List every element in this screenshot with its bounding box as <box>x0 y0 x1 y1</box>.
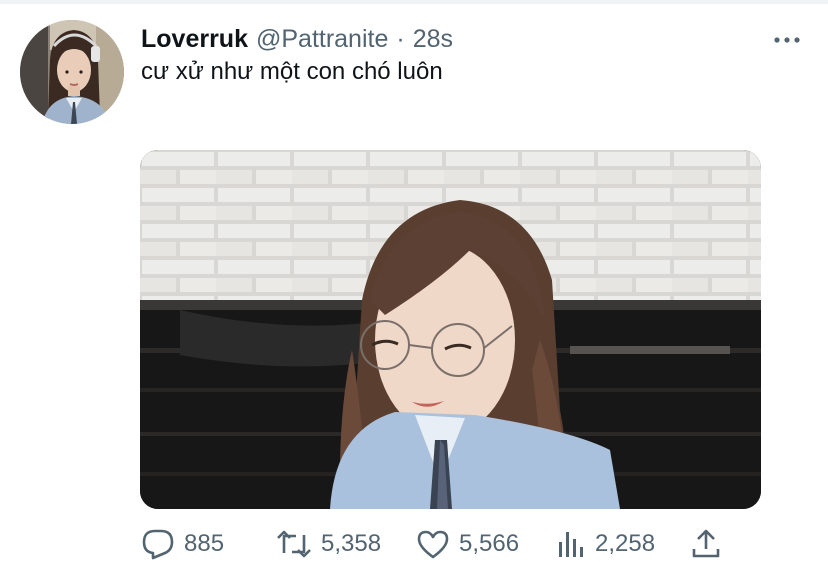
reply-icon <box>142 529 174 560</box>
reply-button[interactable]: 885 <box>141 524 224 564</box>
reply-count: 885 <box>184 530 225 557</box>
like-button[interactable]: 5,566 <box>416 524 519 564</box>
photo-girl-glasses <box>140 150 761 509</box>
tweet-text: cư xử như một con chó luôn <box>141 58 443 85</box>
header-separator: · <box>396 24 405 53</box>
author-handle[interactable]: @Pattranite <box>256 25 388 54</box>
tweet-timestamp[interactable]: 28s <box>413 25 453 54</box>
retweet-count: 5,358 <box>321 530 382 557</box>
share-button[interactable] <box>690 524 722 564</box>
retweet-icon <box>277 530 311 558</box>
tweet-header: Loverruk @Pattranite · 28s <box>141 22 453 56</box>
top-divider <box>0 0 828 4</box>
retweet-button[interactable]: 5,358 <box>276 524 381 564</box>
like-count: 5,566 <box>459 530 520 557</box>
share-upload-icon <box>692 529 720 558</box>
more-options-button[interactable] <box>770 27 804 53</box>
views-bar-chart-icon <box>559 532 583 557</box>
author-avatar[interactable] <box>20 20 124 124</box>
views-count: 2,258 <box>595 530 656 557</box>
heart-icon <box>417 530 449 559</box>
tweet-actions-bar: 885 5,358 5,566 2,258 <box>0 524 828 564</box>
more-horizontal-icon <box>774 37 800 43</box>
views-button[interactable]: 2,258 <box>556 524 655 564</box>
author-display-name[interactable]: Loverruk <box>141 25 248 54</box>
tweet-media-photo[interactable] <box>140 150 761 509</box>
avatar-photo <box>20 20 124 124</box>
